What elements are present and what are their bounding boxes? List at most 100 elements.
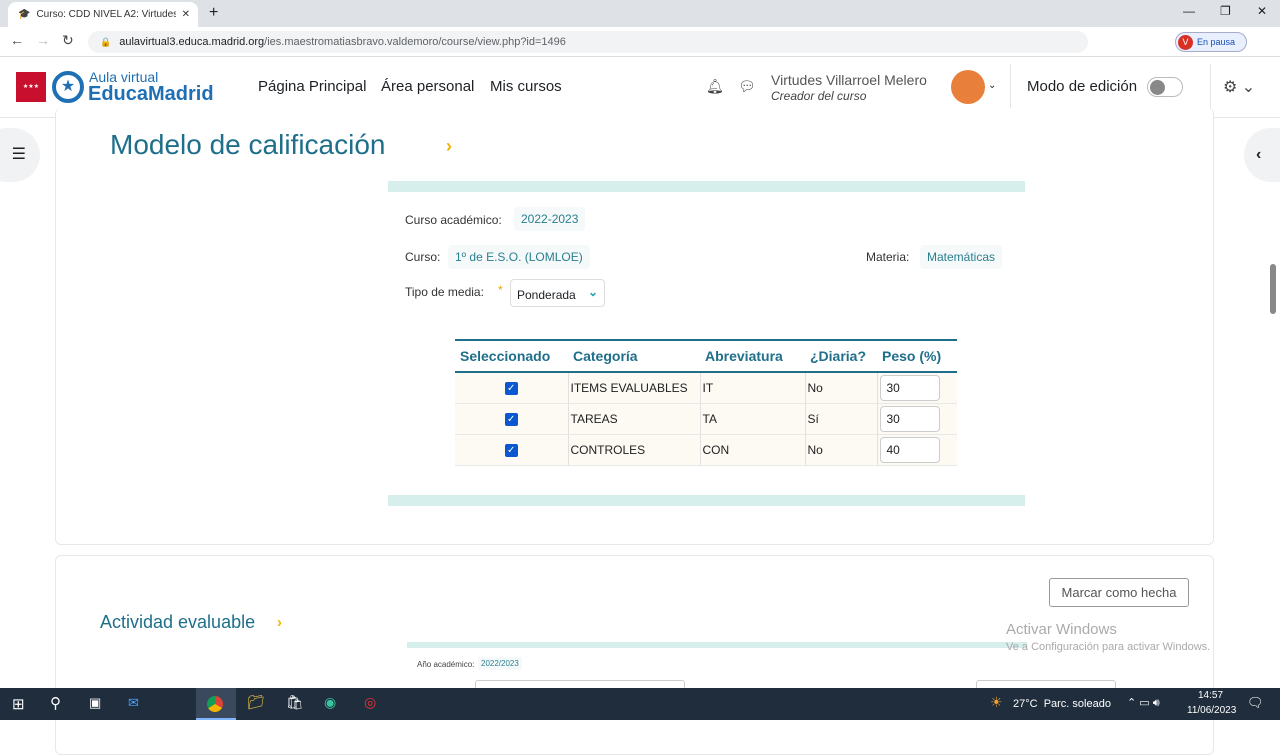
academic-year-label: Curso académico: [405, 213, 502, 227]
category-cell: ITEMS EVALUABLES [568, 372, 701, 404]
weather-icon: ☀ [990, 694, 1003, 710]
grading-model-card [55, 108, 1214, 545]
decorative-band [388, 181, 1025, 192]
col-header: Peso (%) [877, 339, 957, 373]
section-title: Modelo de calificación [110, 129, 386, 160]
row-checkbox[interactable]: ✓ [504, 413, 518, 426]
chevron-down-icon: ⌄ [587, 285, 598, 299]
chrome-taskbar-icon[interactable] [196, 688, 236, 720]
browser-tab[interactable]: 🎓 Curso: CDD NIVEL A2: Virtudes V ✕ [8, 2, 198, 27]
categories-table: Seleccionado Categoría Abreviatura ¿Diar… [455, 339, 957, 466]
nav-pagina-principal[interactable]: Página Principal [258, 78, 366, 95]
restore-icon[interactable]: ❐ [1220, 4, 1231, 18]
url-input[interactable]: 🔒 aulavirtual3.educa.madrid.org/ies.maes… [88, 31, 1088, 53]
reload-icon[interactable]: ↻ [62, 32, 74, 49]
academic-year-value: 2022-2023 [514, 207, 586, 231]
course-value: 1º de E.S.O. (LOMLOE) [448, 245, 590, 269]
subject-value: Matemáticas [920, 245, 1003, 269]
task-view-icon[interactable]: ▣ [89, 695, 101, 711]
year-label: Año académico: [417, 660, 475, 669]
avg-type-select[interactable]: Ponderada ⌄ [510, 279, 605, 307]
search-icon[interactable]: ⚲ [50, 694, 61, 712]
profile-button[interactable]: V En pausa [1175, 32, 1247, 52]
nav-mis-cursos[interactable]: Mis cursos [490, 78, 562, 95]
madrid-flag-logo: ★★★ [16, 72, 46, 102]
weight-input[interactable]: 40 [879, 436, 940, 463]
weather-text[interactable]: 27°C Parc. soleado [1013, 698, 1111, 710]
col-header: Seleccionado [455, 339, 568, 373]
daily-cell: Sí [805, 403, 878, 435]
required-marker: * [498, 283, 503, 297]
forward-icon[interactable]: → [36, 32, 50, 48]
close-window-icon[interactable]: ✕ [1257, 4, 1267, 18]
edit-mode-label: Modo de edición [1027, 78, 1138, 95]
file-explorer-icon[interactable]: 📁︎ [247, 694, 265, 711]
bell-icon[interactable]: 🔔︎ [706, 78, 724, 95]
activation-watermark-sub: Ve a Configuración para activar Windows. [1006, 641, 1211, 653]
category-cell: CONTROLES [568, 434, 701, 466]
divider [1210, 64, 1211, 112]
notifications-icon[interactable]: 🗨︎ [1247, 695, 1264, 711]
tab-title: Curso: CDD NIVEL A2: Virtudes V [36, 9, 176, 20]
activation-watermark-title: Activar Windows [1006, 621, 1117, 638]
url-host: aulavirtual3.educa.madrid.org [119, 36, 265, 48]
weight-input[interactable]: 30 [879, 374, 940, 401]
table-row: ✓ ITEMS EVALUABLES IT No 30 [455, 372, 957, 404]
user-avatar[interactable] [951, 70, 985, 104]
store-icon[interactable]: 🛍︎ [286, 694, 304, 711]
logo-text-bottom[interactable]: EducaMadrid [88, 83, 214, 106]
mark-done-button[interactable]: Marcar como hecha [1049, 578, 1189, 607]
profile-avatar: V [1178, 34, 1193, 50]
course-index-toggle[interactable]: ☰ [0, 128, 40, 182]
col-header: Abreviatura [700, 339, 805, 373]
activity-card [55, 555, 1214, 755]
table-row: ✓ TAREAS TA Sí 30 [455, 403, 957, 435]
new-tab-button[interactable]: + [209, 4, 218, 22]
row-checkbox[interactable]: ✓ [504, 444, 518, 457]
nav-area-personal[interactable]: Área personal [381, 78, 474, 95]
windows-start-icon[interactable]: ⊞ [12, 695, 25, 713]
abbr-cell: TA [700, 403, 806, 435]
course-content: ☰ ‹ Modelo de calificación › Curso acadé… [0, 108, 1280, 755]
minimize-icon[interactable]: — [1183, 4, 1195, 18]
clock-date[interactable]: 11/06/2023 [1187, 705, 1236, 716]
abbr-cell: IT [700, 372, 806, 404]
close-tab-icon[interactable]: ✕ [182, 9, 190, 20]
decorative-band [388, 495, 1025, 506]
chevron-right-icon: › [446, 136, 452, 156]
user-name[interactable]: Virtudes Villarroel Melero [771, 72, 927, 88]
table-row: ✓ CONTROLES CON No 40 [455, 434, 957, 466]
user-role: Creador del curso [771, 89, 867, 103]
lock-icon: 🔒 [100, 36, 112, 47]
page-scrollbar[interactable] [1270, 264, 1276, 314]
tray-icons[interactable]: ⌃ ▭ 🔊︎ [1127, 696, 1160, 710]
drawer-toggle[interactable]: ‹ [1244, 128, 1280, 182]
daily-cell: No [805, 372, 878, 404]
edit-mode-toggle[interactable] [1147, 77, 1183, 97]
app-icon[interactable]: ◎ [364, 694, 376, 711]
chevron-right-icon: › [277, 614, 282, 631]
col-header: Categoría [568, 339, 700, 373]
abbr-cell: CON [700, 434, 806, 466]
weight-input[interactable]: 30 [879, 405, 940, 432]
avg-type-value: Ponderada [517, 288, 576, 302]
category-cell: TAREAS [568, 403, 701, 435]
year-value: 2022/2023 [478, 657, 522, 670]
chat-icon[interactable]: 💬︎ [738, 78, 756, 95]
course-label: Curso: [405, 250, 441, 264]
activity-title: Actividad evaluable [100, 612, 256, 632]
chevron-down-icon[interactable]: ⌄ [988, 80, 996, 91]
graduation-cap-icon: 🎓 [18, 9, 31, 20]
back-icon[interactable]: ← [10, 32, 24, 48]
mail-icon[interactable]: ✉ [128, 695, 139, 711]
divider [1010, 64, 1011, 112]
windows-taskbar: ⊞ ⚲ ▣ ✉ 📁︎ 🛍︎ ◉ ◎ ☀ 27°C Parc. soleado ⌃… [0, 688, 1280, 720]
row-checkbox[interactable]: ✓ [504, 382, 518, 396]
gear-icon[interactable]: ⚙ ⌄ [1223, 77, 1255, 97]
clock-time[interactable]: 14:57 [1198, 690, 1223, 701]
browser-tab-bar: 🎓 Curso: CDD NIVEL A2: Virtudes V ✕ + — … [0, 0, 1280, 27]
avg-type-label: Tipo de media: [405, 285, 484, 299]
profile-status: En pausa [1197, 37, 1236, 47]
url-path: /ies.maestromatiasbravo.valdemoro/course… [264, 36, 566, 48]
edge-icon[interactable]: ◉ [324, 694, 336, 711]
